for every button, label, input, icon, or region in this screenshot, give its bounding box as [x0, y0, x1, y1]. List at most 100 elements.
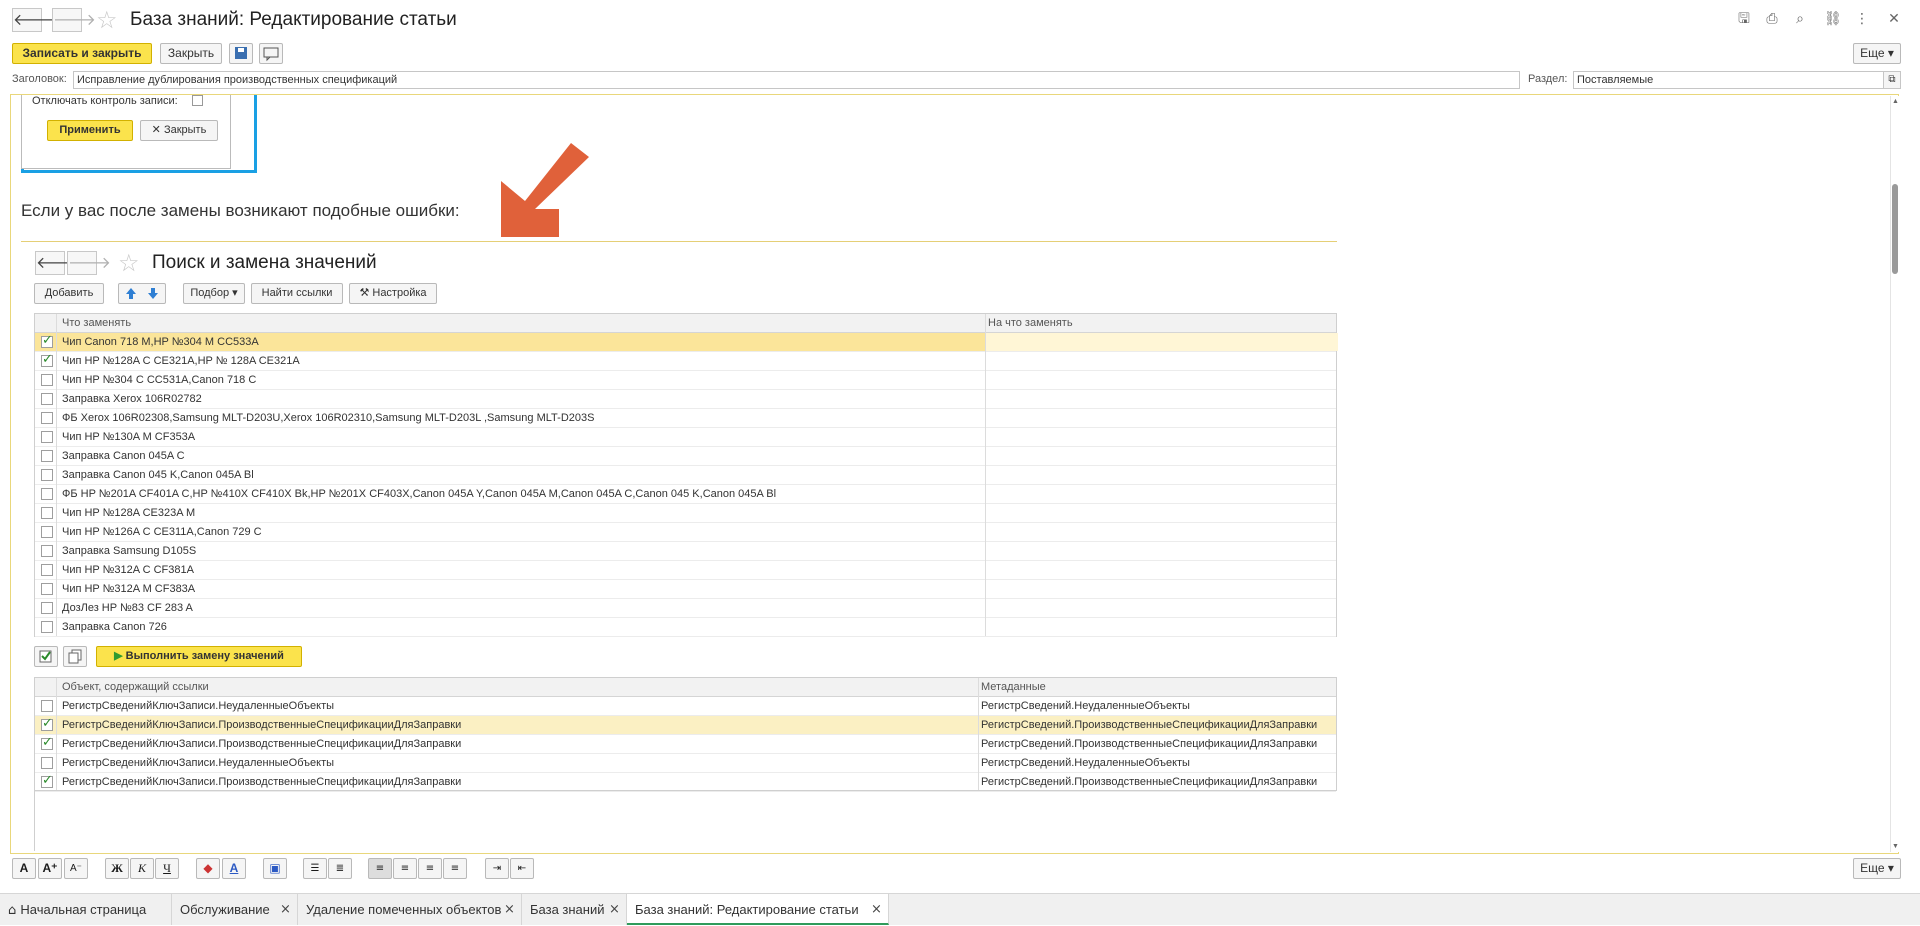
row-checkbox — [41, 716, 53, 731]
underline-button[interactable]: Ч — [155, 858, 179, 879]
check-all-icon — [39, 650, 52, 663]
format-more-button[interactable]: Еще ▾ — [1853, 858, 1901, 879]
bold-button[interactable]: Ж — [105, 858, 129, 879]
tab-close-icon[interactable]: × — [609, 894, 620, 925]
replace-row: Чип HP №128A CE323A M — [35, 504, 1336, 523]
italic-button[interactable]: К — [130, 858, 154, 879]
replace-grid-header: Что заменять На что заменять — [35, 314, 1336, 333]
replace-what-cell: ФБ HP №201A CF401A C,HP №410X CF410X Bk,… — [62, 488, 777, 500]
tab-label: Обслуживание — [180, 902, 270, 917]
replace-row: Заправка Canon 045A C — [35, 447, 1336, 466]
replace-row: Заправка Canon 726 — [35, 618, 1336, 637]
row-checkbox — [41, 393, 53, 405]
print-icon[interactable]: ⎙ — [1764, 11, 1780, 27]
object-cell: РегистрСведенийКлючЗаписи.Производственн… — [62, 738, 462, 750]
back-button[interactable]: 🡐 — [12, 8, 56, 32]
close-button[interactable]: Закрыть — [160, 43, 222, 64]
tab-label: Удаление помеченных объектов — [306, 902, 502, 917]
font-icon[interactable]: A — [12, 858, 36, 879]
title-label: Заголовок: — [12, 73, 67, 85]
replace-what-cell: Заправка Xerox 106R02782 — [62, 393, 202, 405]
format-more-label: Еще — [1860, 861, 1885, 875]
scroll-down-icon[interactable]: ▼ — [1892, 843, 1899, 850]
numbered-list-icon[interactable]: ≣ — [328, 858, 352, 879]
tab-label: Начальная страница — [20, 902, 147, 917]
link-icon[interactable]: ⛓ — [1824, 11, 1842, 27]
close-icon[interactable]: ✕ — [1886, 11, 1902, 27]
section-field[interactable]: Поставляемые — [1573, 71, 1889, 89]
link-row: РегистрСведенийКлючЗаписи.Производственн… — [35, 716, 1336, 735]
more-button[interactable]: Еще ▾ — [1853, 43, 1901, 64]
favorite-star-icon[interactable]: ☆ — [96, 6, 118, 34]
align-justify-icon[interactable]: ≡ — [443, 858, 467, 879]
settings-button: ⚒ Настройка — [349, 283, 437, 304]
tab-2[interactable]: Удаление помеченных объектов × — [298, 894, 522, 925]
align-center-icon[interactable]: ≡ — [393, 858, 417, 879]
save-and-close-button[interactable]: Записать и закрыть — [12, 43, 152, 64]
row-checkbox — [41, 450, 53, 462]
title-field[interactable]: Исправление дублирования производственны… — [73, 71, 1520, 89]
align-right-icon[interactable]: ≡ — [418, 858, 442, 879]
find-links-button: Найти ссылки — [251, 283, 343, 304]
tab-close-icon[interactable]: × — [504, 894, 515, 925]
add-button: Добавить — [34, 283, 104, 304]
editor-scrollbar[interactable]: ▲ ▼ — [1890, 96, 1899, 852]
align-left-icon[interactable]: ≡ — [368, 858, 392, 879]
replace-row: Чип HP №128A C CE321A,HP № 128A CE321A — [35, 352, 1336, 371]
tab-3[interactable]: База знаний × — [522, 894, 627, 925]
scroll-up-icon[interactable]: ▲ — [1892, 98, 1899, 105]
replace-what-cell: Чип HP №312A M CF383A — [62, 583, 196, 595]
title-bar: 🡐 🡒 ☆ База знаний: Редактирование статьи… — [0, 0, 1920, 40]
apply-button[interactable]: Применить — [47, 120, 133, 141]
more-icon[interactable]: ⋮ — [1854, 11, 1870, 27]
sub-forward-button: 🡒 — [67, 251, 111, 275]
replace-what-cell: ДозЛез HP №83 CF 283 A — [62, 602, 193, 614]
replace-what-cell: Чип HP №304 C CC531A,Canon 718 C — [62, 374, 257, 386]
replace-row: Чип HP №130A M CF353A — [35, 428, 1336, 447]
replace-row: Чип HP №312A C CF381A — [35, 561, 1336, 580]
tab-0[interactable]: ⌂ Начальная страница — [0, 894, 172, 925]
article-editor[interactable]: Отключать контроль записи: Применить ✕ З… — [10, 94, 1899, 854]
replace-row: Чип HP №304 C CC531A,Canon 718 C — [35, 371, 1336, 390]
dialog-close-button[interactable]: ✕ Закрыть — [140, 120, 218, 141]
save-icon[interactable]: 🖫 — [1736, 11, 1752, 27]
more-label: Еще — [1860, 46, 1885, 60]
write-button[interactable] — [229, 43, 253, 64]
comment-icon — [263, 47, 279, 62]
object-cell: РегистрСведенийКлючЗаписи.Производственн… — [62, 776, 462, 788]
orange-arrow-icon — [501, 143, 589, 237]
preview-icon[interactable]: ⌕ — [1792, 11, 1808, 27]
row-checkbox — [41, 488, 53, 500]
col-object: Объект, содержащий ссылки — [62, 681, 209, 693]
text-color-icon[interactable]: A — [222, 858, 246, 879]
insert-image-icon[interactable]: ▣ — [263, 858, 287, 879]
bullet-list-icon[interactable]: ☰ — [303, 858, 327, 879]
comment-button[interactable] — [259, 43, 283, 64]
col-to: На что заменять — [988, 317, 1073, 329]
links-grid-header: Объект, содержащий ссылки Метаданные — [35, 678, 1336, 697]
tab-4[interactable]: База знаний: Редактирование статьи × — [627, 894, 889, 925]
tab-1[interactable]: Обслуживание × — [172, 894, 298, 925]
forward-button[interactable]: 🡒 — [52, 8, 96, 32]
row-checkbox — [41, 507, 53, 519]
window-tabs: ⌂ Начальная страница Обслуживание × Удалени… — [0, 893, 1920, 925]
sub-star-icon: ☆ — [118, 249, 140, 277]
scroll-thumb[interactable] — [1892, 184, 1898, 274]
tab-close-icon[interactable]: × — [871, 894, 882, 925]
replace-row: ФБ HP №201A CF401A C,HP №410X CF410X Bk,… — [35, 485, 1336, 504]
background-color-icon[interactable]: ◆ — [196, 858, 220, 879]
row-checkbox — [41, 583, 53, 595]
settings-label: Настройка — [372, 287, 427, 299]
replace-what-cell: ФБ Xerox 106R02308,Samsung MLT-D203U,Xer… — [62, 412, 595, 424]
indent-icon[interactable]: ⇥ — [485, 858, 509, 879]
metadata-cell: РегистрСведений.ПроизводственныеСпецифик… — [981, 719, 1318, 731]
open-section-icon[interactable]: ⧉ — [1883, 71, 1901, 89]
font-grow-icon[interactable]: A⁺ — [38, 858, 62, 879]
execute-replace-button: ▶ Выполнить замену значений — [96, 646, 302, 667]
disable-control-checkbox[interactable] — [192, 95, 203, 106]
replace-what-cell: Чип HP №312A C CF381A — [62, 564, 194, 576]
font-shrink-icon[interactable]: A⁻ — [64, 858, 88, 879]
outdent-icon[interactable]: ⇤ — [510, 858, 534, 879]
embedded-dialog: Отключать контроль записи: Применить ✕ З… — [21, 95, 231, 169]
tab-close-icon[interactable]: × — [280, 894, 291, 925]
